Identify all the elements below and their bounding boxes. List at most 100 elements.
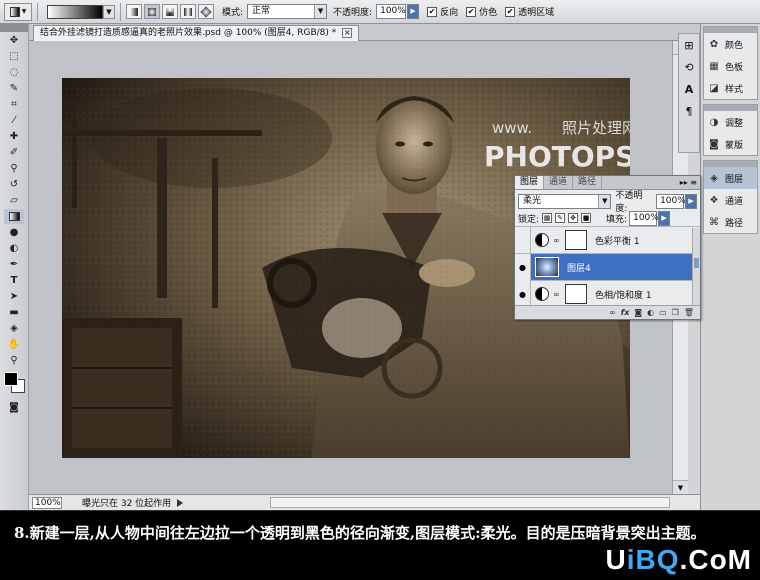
new-adjustment-icon[interactable]: ◐ (647, 308, 654, 317)
panel-dock: ✿ 颜色 ▦ 色板 ◪ 样式 ◑ 调整 ◙ 蒙版 ◈ 图层 ❖ 通道 ⌘ 路径 (700, 24, 760, 510)
zoom-field[interactable]: 100% (32, 496, 62, 509)
dock-item-paths[interactable]: ⌘ 路径 (704, 211, 757, 233)
fill-input[interactable]: 100% (629, 210, 659, 226)
healing-tool-icon[interactable]: ✚ (4, 129, 24, 144)
toolbox-grip[interactable] (0, 24, 28, 32)
lock-row: 锁定: ▦ ✎ ✥ ■ 填充: 100% ▶ (515, 210, 700, 226)
layer-opacity-input[interactable]: 100% (656, 193, 686, 209)
dock-label: 色板 (725, 62, 744, 73)
adjustment-layer-icon (535, 233, 549, 247)
tab-paths[interactable]: 路径 (573, 176, 603, 189)
site-logo: UiBQ.CoM (606, 544, 752, 576)
reverse-checkbox[interactable]: ✔ 反向 (427, 5, 458, 18)
options-bar: ▼ ▼ 模式: 正常 ▼ 不透明度: 100% ▶ ✔ 反向 ✔ 仿色 ✔ 透明… (0, 0, 760, 24)
layer-row[interactable]: ● ∞ 色相/饱和度 1 (515, 280, 700, 308)
opacity-input[interactable]: 100% (376, 4, 407, 19)
document-tab[interactable]: 结合外挂滤镜打造质感逼真的老照片效果.psd @ 100% (图层4, RGB/… (33, 25, 360, 41)
type-tool-icon[interactable]: T (4, 273, 24, 288)
gradient-dropdown-icon[interactable]: ▼ (103, 4, 115, 19)
hand-tool-icon[interactable]: ✋ (4, 337, 24, 352)
lock-pixels-icon[interactable]: ✎ (555, 213, 566, 223)
dock-item-layers[interactable]: ◈ 图层 (704, 167, 757, 189)
dodge-tool-icon[interactable]: ◐ (4, 241, 24, 256)
blur-tool-icon[interactable]: ● (4, 225, 24, 240)
dock-item-channels[interactable]: ❖ 通道 (704, 189, 757, 211)
diamond-gradient-button[interactable] (198, 4, 214, 19)
layer-mask-thumbnail[interactable] (565, 230, 587, 250)
close-icon[interactable]: × (342, 28, 353, 38)
tab-channels[interactable]: 通道 (544, 176, 574, 189)
eye-icon[interactable]: ● (515, 280, 531, 308)
eye-icon[interactable]: ● (515, 253, 531, 281)
lock-transparency-icon[interactable]: ▦ (542, 213, 553, 223)
layers-footer: ∞ fx ◙ ◐ ▭ ❐ 🗑 (515, 305, 700, 319)
fill-slider-icon[interactable]: ▶ (658, 210, 671, 226)
add-mask-icon[interactable]: ◙ (634, 308, 642, 317)
reflected-gradient-button[interactable] (180, 4, 196, 19)
layer-row-selected[interactable]: ● 图层4 (515, 253, 700, 281)
horizontal-scrollbar[interactable] (270, 497, 670, 508)
transparency-checkbox[interactable]: ✔ 透明区域 (505, 5, 554, 18)
fx-icon[interactable]: fx (621, 308, 630, 317)
lasso-tool-icon[interactable]: ◌ (4, 65, 24, 80)
dock-item-adjustments[interactable]: ◑ 调整 (704, 111, 757, 133)
visibility-toggle[interactable] (515, 226, 531, 254)
radial-gradient-button[interactable] (144, 4, 160, 19)
path-select-tool-icon[interactable]: ➤ (4, 289, 24, 304)
panel-menu-icon[interactable]: ▸▸ ≡ (680, 176, 697, 189)
layer-mask-thumbnail[interactable] (565, 284, 587, 304)
dock-item-color[interactable]: ✿ 颜色 (704, 33, 757, 55)
tool-preset-picker[interactable]: ▼ (4, 2, 32, 21)
opacity-slider-icon[interactable]: ▶ (685, 193, 697, 209)
panel-group-layers: ◈ 图层 ❖ 通道 ⌘ 路径 (703, 160, 758, 234)
history-icon[interactable]: ⊞ (679, 34, 699, 56)
linear-gradient-button[interactable] (126, 4, 142, 19)
dock-label: 调整 (725, 118, 744, 129)
opacity-slider-icon[interactable]: ▶ (407, 4, 420, 19)
mode-select[interactable]: 正常 ▼ (247, 4, 328, 19)
scroll-thumb[interactable] (694, 258, 699, 268)
eraser-tool-icon[interactable]: ▱ (4, 193, 24, 208)
shape-tool-icon[interactable]: ▬ (4, 305, 24, 320)
color-swatches[interactable] (4, 372, 26, 394)
tab-layers[interactable]: 图层 (515, 176, 545, 189)
pen-tool-icon[interactable]: ✒ (4, 257, 24, 272)
new-group-icon[interactable]: ▭ (659, 308, 667, 317)
actions-icon[interactable]: ⟲ (679, 56, 699, 78)
new-layer-icon[interactable]: ❐ (672, 308, 679, 317)
brush-tool-icon[interactable]: ✐ (4, 145, 24, 160)
scroll-down-icon[interactable]: ▼ (673, 480, 688, 494)
dock-item-styles[interactable]: ◪ 样式 (704, 77, 757, 99)
status-menu-icon[interactable] (177, 498, 184, 507)
3d-tool-icon[interactable]: ◈ (4, 321, 24, 336)
gradient-swatch[interactable] (47, 4, 103, 19)
history-brush-tool-icon[interactable]: ↺ (4, 177, 24, 192)
dither-checkbox[interactable]: ✔ 仿色 (466, 5, 497, 18)
link-layers-icon[interactable]: ∞ (609, 308, 616, 317)
quick-select-tool-icon[interactable]: ✎ (4, 81, 24, 96)
paragraph-icon[interactable]: ¶ (679, 100, 699, 122)
lock-all-icon[interactable]: ■ (581, 213, 592, 223)
blend-mode-select[interactable]: 柔光 ▼ (518, 193, 612, 209)
eyedropper-tool-icon[interactable]: ⁄ (4, 113, 24, 128)
character-icon[interactable]: A (679, 78, 699, 100)
opacity-label: 不透明度: (333, 8, 373, 18)
angle-gradient-button[interactable] (162, 4, 178, 19)
separator (120, 2, 121, 21)
move-tool-icon[interactable]: ✥ (4, 33, 24, 48)
trash-icon[interactable]: 🗑 (684, 308, 694, 317)
dock-label: 图层 (725, 174, 744, 185)
dock-item-masks[interactable]: ◙ 蒙版 (704, 133, 757, 155)
layer-name: 色相/饱和度 1 (595, 290, 652, 301)
foreground-color-swatch[interactable] (4, 372, 18, 386)
clone-stamp-tool-icon[interactable]: ⚲ (4, 161, 24, 176)
dock-item-swatches[interactable]: ▦ 色板 (704, 55, 757, 77)
gradient-tool-icon[interactable] (4, 209, 24, 224)
layer-row[interactable]: ∞ 色彩平衡 1 (515, 226, 700, 254)
quick-mask-icon[interactable]: ◙ (4, 400, 24, 415)
marquee-tool-icon[interactable]: ⬚ (4, 49, 24, 64)
layers-scrollbar[interactable] (692, 228, 700, 306)
lock-position-icon[interactable]: ✥ (568, 213, 579, 223)
crop-tool-icon[interactable]: ⌗ (4, 97, 24, 112)
zoom-tool-icon[interactable]: ⚲ (4, 353, 24, 368)
